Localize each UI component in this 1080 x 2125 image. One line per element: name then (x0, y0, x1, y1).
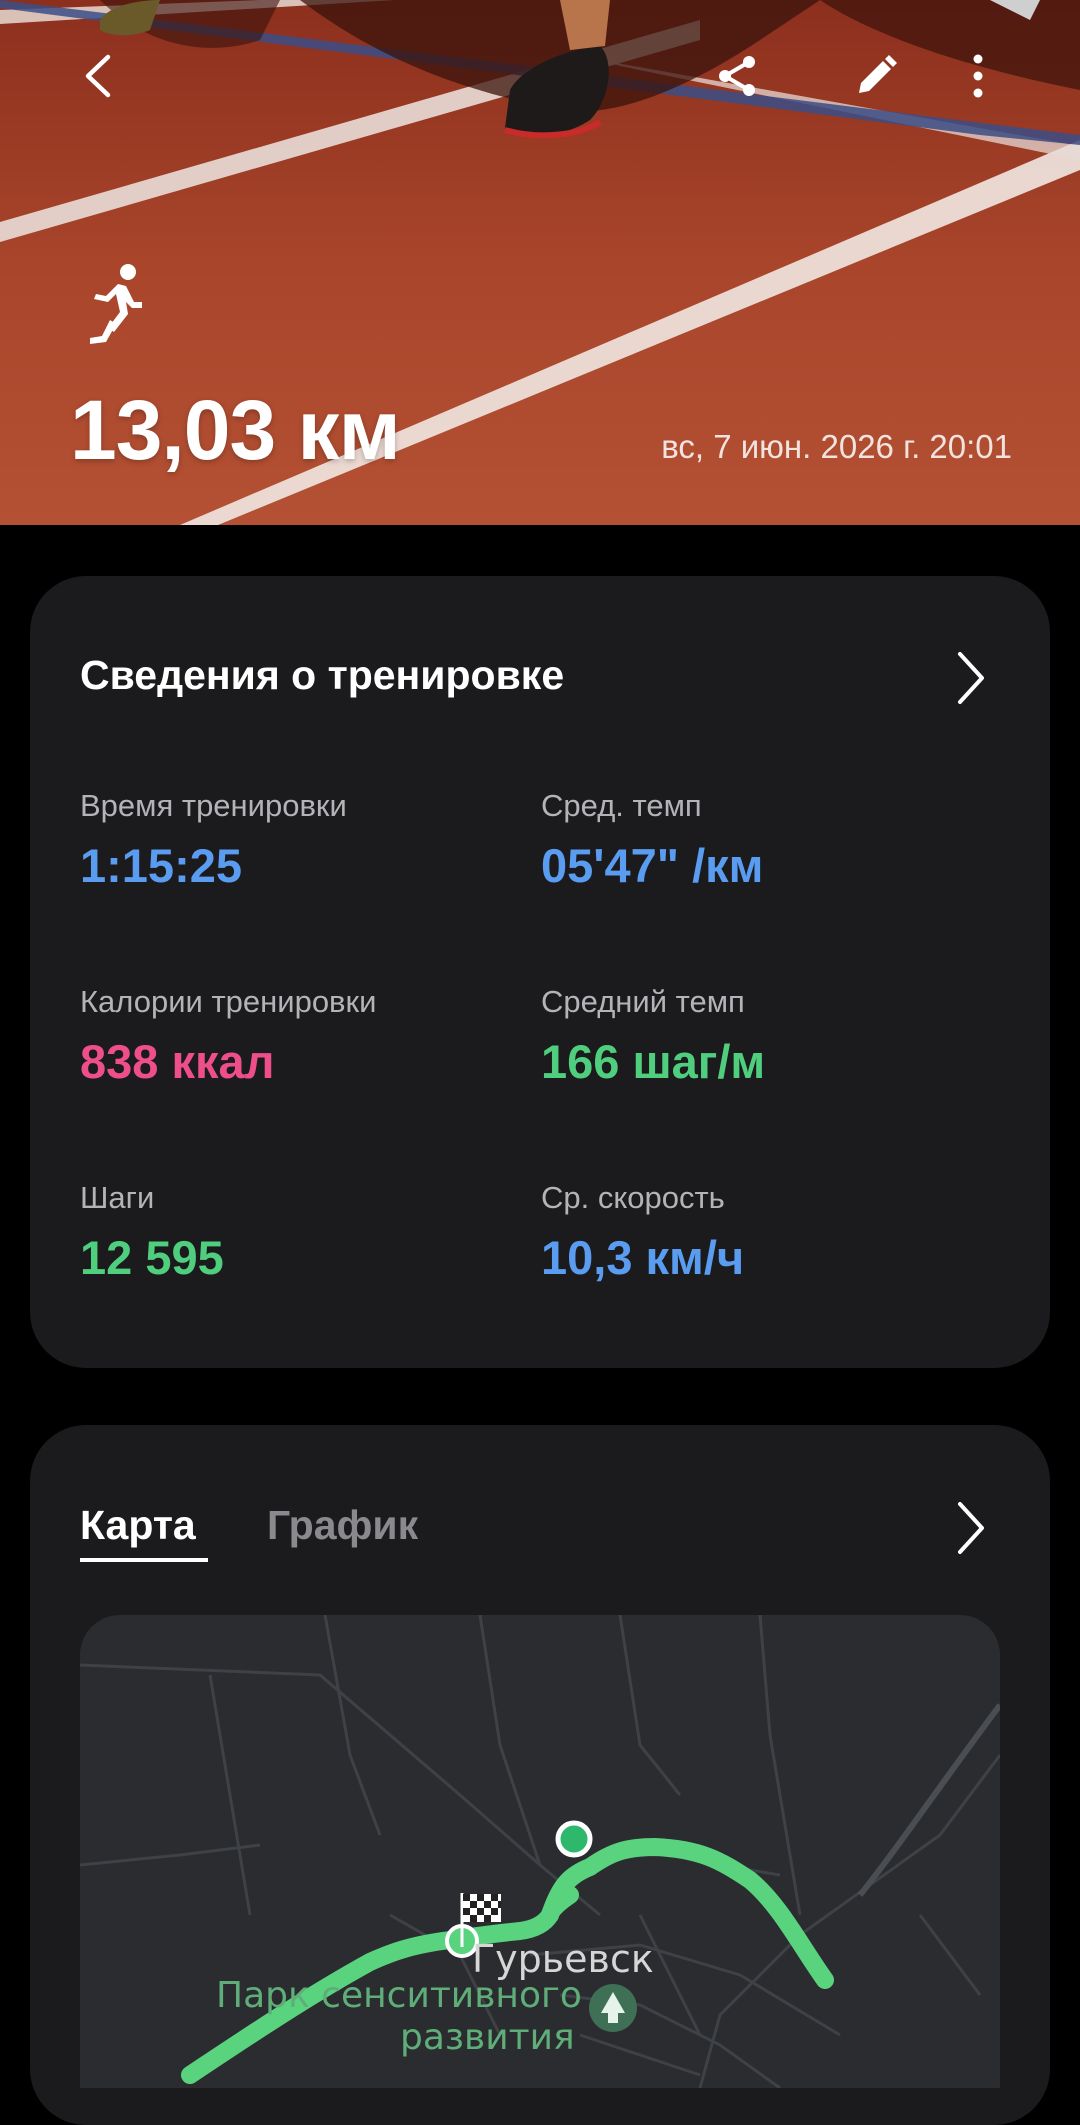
tab-map-underline (80, 1558, 208, 1562)
tab-chart[interactable]: График (267, 1502, 418, 1549)
workout-datetime: вс, 7 июн. 2026 г. 20:01 (661, 428, 1012, 465)
stat-value-duration: 1:15:25 (80, 839, 242, 892)
workout-hero-banner: 13,03 км вс, 7 июн. 2026 г. 20:01 (0, 0, 1080, 525)
back-arrow-icon (85, 54, 111, 98)
more-options-button[interactable] (938, 36, 1018, 116)
map-park-label-line2: развития (400, 2017, 575, 2058)
chevron-right-icon (958, 1502, 984, 1554)
stat-value-cadence: 166 шаг/м (541, 1035, 766, 1088)
more-vertical-icon (973, 54, 983, 98)
stat-value-avg-speed: 10,3 км/ч (541, 1231, 745, 1284)
running-person-icon (90, 264, 142, 344)
workout-distance: 13,03 км (70, 383, 401, 477)
stat-value-calories: 838 ккал (80, 1035, 275, 1088)
map-expand-button[interactable] (940, 1488, 1000, 1568)
stat-label-avg-speed: Ср. скорость (541, 1180, 725, 1215)
tab-map[interactable]: Карта (80, 1502, 196, 1549)
workout-details-title: Сведения о тренировке (80, 652, 565, 698)
share-button[interactable] (697, 36, 777, 116)
stat-label-steps: Шаги (80, 1180, 155, 1215)
edit-pencil-icon (859, 55, 897, 93)
share-icon (719, 56, 755, 96)
map-park-label-line1: Парк сенситивного (216, 1975, 582, 2016)
stat-label-cadence: Средний темп (541, 984, 745, 1019)
park-tree-icon (589, 1984, 637, 2032)
back-button[interactable] (58, 36, 138, 116)
stat-label-calories: Калории тренировки (80, 984, 377, 1019)
stat-label-duration: Время тренировки (80, 788, 347, 823)
stat-label-avg-pace: Сред. темп (541, 788, 702, 823)
route-map[interactable]: Гурьевск Парк сенситивного развития (80, 1615, 1000, 2088)
chevron-right-icon (958, 652, 984, 704)
stat-value-avg-pace: 05'47" /км (541, 839, 764, 892)
details-expand-button[interactable] (940, 638, 1000, 718)
start-point-marker (555, 1820, 593, 1858)
edit-button[interactable] (836, 36, 916, 116)
stat-value-steps: 12 595 (80, 1231, 224, 1284)
